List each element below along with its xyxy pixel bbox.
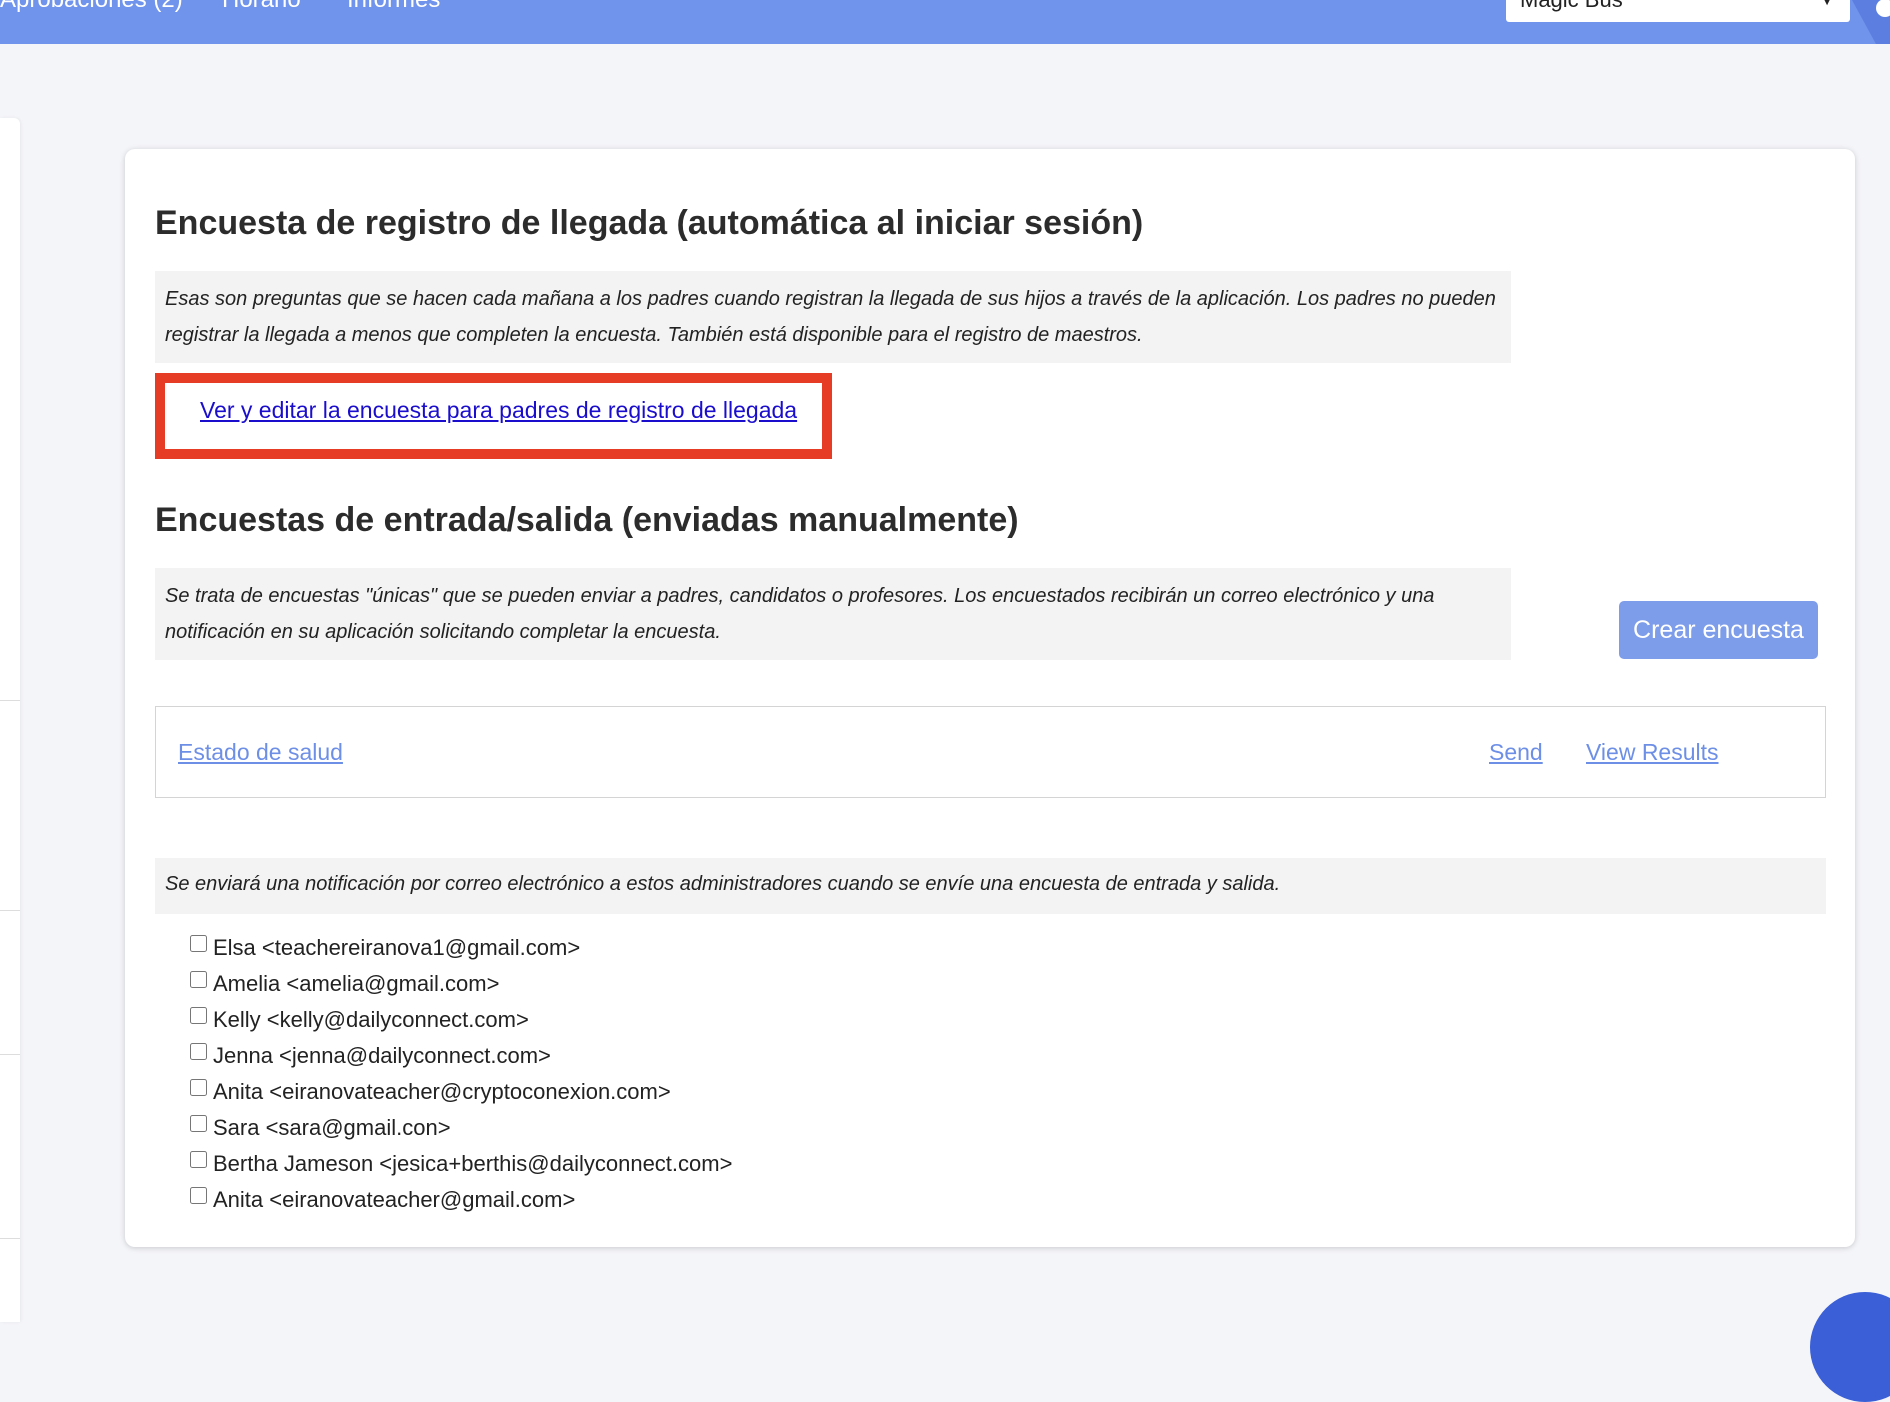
gear-icon[interactable] xyxy=(1852,0,1890,44)
admin-checkbox[interactable] xyxy=(190,970,207,988)
sidebar-divider xyxy=(0,910,20,911)
survey-name-link[interactable]: Estado de salud xyxy=(178,739,343,766)
admin-label: Bertha Jameson <jesica+berthis@dailyconn… xyxy=(213,1151,733,1176)
admin-label: Kelly <kelly@dailyconnect.com> xyxy=(213,1007,529,1032)
admin-notification-description: Se enviará una notificación por correo e… xyxy=(155,858,1826,914)
top-navigation-bar: Aprobaciones (2) Horario Informes Magic … xyxy=(0,0,1890,44)
admin-label: Sara <sara@gmail.con> xyxy=(213,1115,451,1140)
school-select[interactable]: Magic Bus ▼ xyxy=(1506,0,1850,22)
admin-checkbox[interactable] xyxy=(190,1114,207,1132)
admin-checkbox[interactable] xyxy=(190,1150,207,1168)
admin-list-item: Kelly <kelly@dailyconnect.com> xyxy=(190,1002,732,1038)
admin-list-item: Elsa <teachereiranova1@gmail.com> xyxy=(190,930,732,966)
admin-label: Anita <eiranovateacher@cryptoconexion.co… xyxy=(213,1079,671,1104)
nav-schedule[interactable]: Horario xyxy=(222,0,301,14)
left-sidebar-edge xyxy=(0,118,20,1322)
admin-checkbox[interactable] xyxy=(190,1186,207,1204)
admin-label: Anita <eiranovateacher@gmail.com> xyxy=(213,1187,576,1212)
chevron-down-icon: ▼ xyxy=(1820,0,1834,8)
checkin-survey-description: Esas son preguntas que se hacen cada mañ… xyxy=(155,271,1511,363)
edit-checkin-survey-link[interactable]: Ver y editar la encuesta para padres de … xyxy=(200,397,797,424)
admin-list: Elsa <teachereiranova1@gmail.com> Amelia… xyxy=(190,930,732,1218)
admin-list-item: Bertha Jameson <jesica+berthis@dailyconn… xyxy=(190,1146,732,1182)
admin-list-item: Anita <eiranovateacher@gmail.com> xyxy=(190,1182,732,1218)
admin-list-item: Anita <eiranovateacher@cryptoconexion.co… xyxy=(190,1074,732,1110)
admin-list-item: Amelia <amelia@gmail.com> xyxy=(190,966,732,1002)
send-survey-link[interactable]: Send xyxy=(1489,739,1543,766)
admin-label: Amelia <amelia@gmail.com> xyxy=(213,971,500,996)
admin-checkbox[interactable] xyxy=(190,1078,207,1096)
inout-survey-description: Se trata de encuestas "únicas" que se pu… xyxy=(155,568,1511,660)
checkin-survey-title: Encuesta de registro de llegada (automát… xyxy=(155,204,1144,242)
nav-approvals[interactable]: Aprobaciones (2) xyxy=(0,0,183,14)
admin-label: Jenna <jenna@dailyconnect.com> xyxy=(213,1043,551,1068)
inout-survey-title: Encuestas de entrada/salida (enviadas ma… xyxy=(155,501,1019,539)
admin-checkbox[interactable] xyxy=(190,1006,207,1024)
sidebar-divider xyxy=(0,1054,20,1055)
sidebar-divider xyxy=(0,1238,20,1239)
chat-icon[interactable] xyxy=(1810,1292,1890,1402)
admin-checkbox[interactable] xyxy=(190,934,207,952)
sidebar-divider xyxy=(0,700,20,701)
admin-checkbox[interactable] xyxy=(190,1042,207,1060)
school-select-value: Magic Bus xyxy=(1520,0,1623,12)
admin-list-item: Sara <sara@gmail.con> xyxy=(190,1110,732,1146)
nav-reports[interactable]: Informes xyxy=(347,0,440,14)
create-survey-button[interactable]: Crear encuesta xyxy=(1619,601,1818,659)
admin-list-item: Jenna <jenna@dailyconnect.com> xyxy=(190,1038,732,1074)
view-results-link[interactable]: View Results xyxy=(1586,739,1719,766)
survey-row: Estado de salud Send View Results xyxy=(155,706,1826,798)
admin-label: Elsa <teachereiranova1@gmail.com> xyxy=(213,935,581,960)
